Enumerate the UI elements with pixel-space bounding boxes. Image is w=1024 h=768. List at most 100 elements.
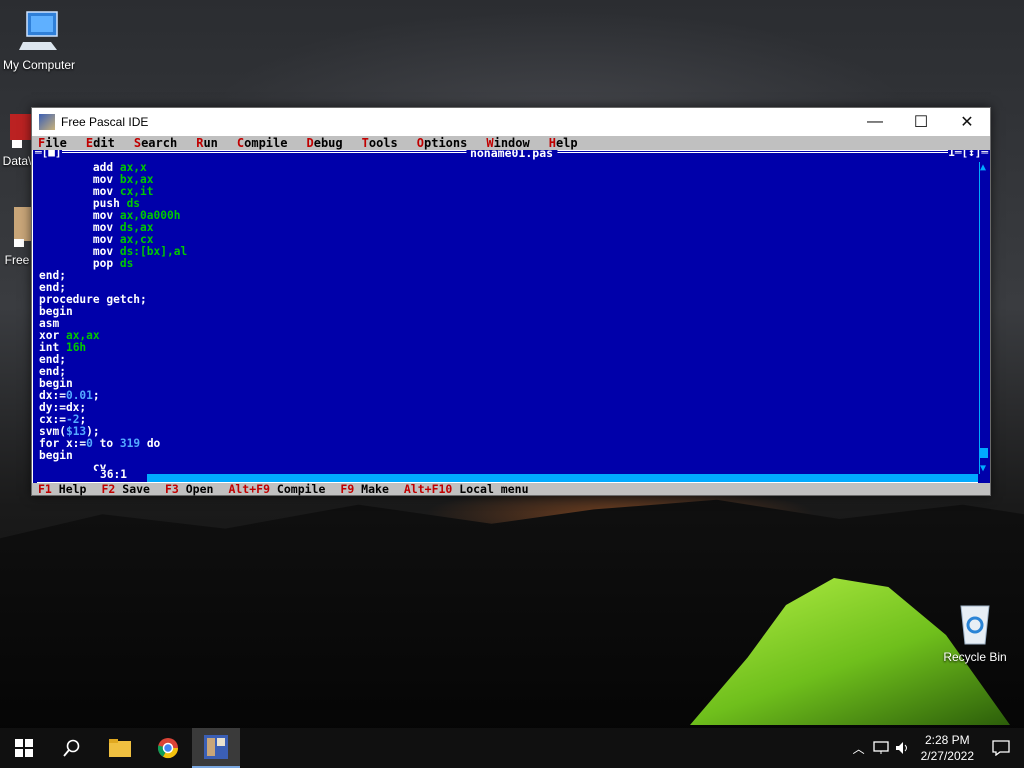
menu-item-compile[interactable]: Compile [237, 136, 288, 150]
fkey-key: F3 [164, 482, 179, 496]
menu-bar: File Edit Search Run Compile Debug Tools Option… [32, 136, 990, 150]
fkey-f1[interactable]: F1 Help [38, 482, 86, 496]
scroll-down-arrow-icon[interactable]: ▼ [980, 463, 986, 474]
fkey-f2[interactable]: F2 Save [101, 482, 149, 496]
folder-icon [109, 739, 131, 757]
menu-item-run[interactable]: Run [196, 136, 218, 150]
menu-hotkey: W [486, 136, 494, 150]
taskbar: ︿ 2:28 PM 2/27/2022 [0, 728, 1024, 768]
system-tray: ︿ 2:28 PM 2/27/2022 [853, 728, 1024, 768]
code-line: procedure getch; [39, 294, 978, 306]
taskbar-free-pascal[interactable] [192, 728, 240, 768]
volume-icon[interactable] [895, 741, 911, 755]
fkey-alt-f10[interactable]: Alt+F10 Local menu [404, 482, 529, 496]
menu-item-debug[interactable]: Debug [306, 136, 342, 150]
menu-hotkey: S [133, 136, 142, 150]
code-line: mov cx,it [39, 186, 978, 198]
code-line: pop ds [39, 258, 978, 270]
close-button[interactable]: ✕ [944, 108, 990, 136]
horizontal-scrollbar[interactable] [147, 474, 978, 482]
minimize-button[interactable]: — [852, 108, 898, 136]
menu-item-edit[interactable]: Edit [86, 136, 115, 150]
code-line: begin [39, 306, 978, 318]
code-token: 16h [65, 341, 87, 354]
menu-item-help[interactable]: Help [549, 136, 578, 150]
code-line: end; [39, 354, 978, 366]
code-line: dx:=0.01; [39, 390, 978, 402]
taskbar-file-explorer[interactable] [96, 728, 144, 768]
menu-item-tools[interactable]: Tools [362, 136, 398, 150]
clock-date: 2/27/2022 [920, 749, 974, 763]
menu-label: indow [493, 136, 530, 150]
taskbar-chrome[interactable] [144, 728, 192, 768]
shortcut-icon [10, 114, 32, 148]
menu-item-options[interactable]: Options [417, 136, 468, 150]
code-line: asm [39, 318, 978, 330]
search-icon [63, 739, 80, 757]
fkey-label: Open [178, 482, 214, 496]
fkey-label: Compile [270, 482, 326, 496]
fkey-key: Alt+F10 [403, 482, 453, 496]
window-titlebar[interactable]: Free Pascal IDE — ☐ ✕ [32, 108, 990, 136]
vertical-scrollbar[interactable]: ▲ ▼ [979, 162, 988, 474]
computer-icon [19, 11, 58, 50]
desktop-icon-label: Free [4, 253, 30, 267]
fkey-key: Alt+F9 [228, 482, 270, 496]
function-key-bar: F1 Help F2 Save F3 Open Alt+F9 Compile F9 Ma… [32, 483, 990, 495]
search-button[interactable] [48, 728, 96, 768]
menu-item-window[interactable]: Window [486, 136, 529, 150]
maximize-button[interactable]: ☐ [898, 108, 944, 136]
fkey-key: F1 [38, 482, 52, 496]
notifications-icon[interactable] [992, 740, 1010, 756]
code-token: do [140, 437, 161, 450]
fkey-key: F9 [340, 482, 355, 496]
menu-label: ools [368, 136, 398, 150]
fkey-label: Save [115, 482, 150, 496]
fkey-key: F2 [101, 482, 116, 496]
chevron-up-icon[interactable]: ︿ [853, 740, 865, 757]
menu-item-file[interactable]: File [38, 136, 67, 150]
menu-label: ompile [244, 136, 288, 150]
desktop-icon-free-pascal[interactable]: Free [0, 205, 34, 267]
desktop-icon-recycle-bin[interactable]: Recycle Bin [938, 600, 1012, 664]
menu-item-search[interactable]: Search [134, 136, 177, 150]
menu-label: elp [555, 136, 578, 150]
menu-label: un [203, 136, 218, 150]
desktop-icon-label: Recycle Bin [943, 650, 1007, 664]
desktop-icon-data[interactable]: Data\ [0, 112, 34, 168]
menu-hotkey: T [361, 136, 369, 150]
fkey-f9[interactable]: F9 Make [340, 482, 388, 496]
code-line: end; [39, 270, 978, 282]
code-line: xor ax,ax [39, 330, 978, 342]
code-token: 0 [86, 437, 93, 450]
code-token: ; [92, 389, 100, 402]
network-icon[interactable] [872, 741, 889, 755]
fkey-alt-f9[interactable]: Alt+F9 Compile [228, 482, 325, 496]
windows-logo-icon [15, 739, 33, 757]
vertical-scroll-thumb[interactable] [980, 448, 988, 458]
editor-window[interactable]: ═[■] noname01.pas 1═[↕]═ add ax,x mov bx… [33, 150, 990, 485]
code-line: dy:=dx; [39, 402, 978, 414]
menu-hotkey: O [416, 136, 424, 150]
code-line: end; [39, 282, 978, 294]
free-pascal-icon [14, 207, 32, 247]
desktop-icon-my-computer[interactable]: My Computer [0, 10, 78, 72]
code-line: svm($13); [39, 426, 978, 438]
menu-label: ptions [424, 136, 468, 150]
code-line: mov ds:[bx],al [39, 246, 978, 258]
clock-time: 2:28 PM [924, 733, 970, 747]
editor-zoom-box[interactable]: 1═[↕]═ [948, 150, 988, 159]
code-line: begin [39, 378, 978, 390]
start-button[interactable] [0, 728, 48, 768]
clock[interactable]: 2:28 PM 2/27/2022 [921, 732, 974, 764]
menu-label: ile [45, 136, 67, 150]
desktop-icon-label: Data\ [2, 154, 32, 168]
editor-close-box[interactable]: ═[■] [35, 150, 62, 159]
code-line: add ax,x [39, 162, 978, 174]
scroll-up-arrow-icon[interactable]: ▲ [980, 162, 986, 173]
code-line: int 16h [39, 342, 978, 354]
fkey-f3[interactable]: F3 Open [165, 482, 213, 496]
code-area[interactable]: add ax,x mov bx,ax mov cx,it push ds mov… [39, 162, 978, 474]
code-line: for x:=0 to 319 do [39, 438, 978, 450]
code-line: mov ds,ax [39, 222, 978, 234]
